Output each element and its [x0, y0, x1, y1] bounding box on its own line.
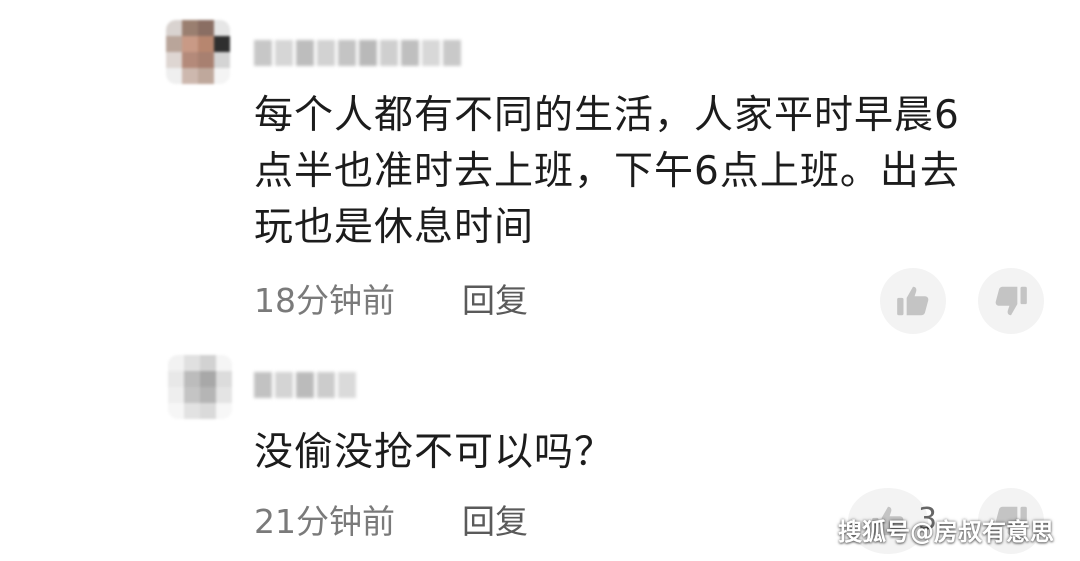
comment-timestamp: 18分钟前 — [254, 281, 395, 320]
watermark: 搜狐号@房叔有意思 — [838, 518, 1054, 546]
reply-button[interactable]: 回复 — [462, 502, 528, 542]
comment-text: 没偷没抢不可以吗？ — [254, 430, 615, 475]
reply-button[interactable]: 回复 — [462, 281, 528, 321]
thumbs-down-icon — [995, 286, 1027, 316]
comment-text: 每个人都有不同的生活，人家平时早晨6 点半也准时去上班，下午6点上班。出去 玩也… — [254, 93, 960, 250]
dislike-button[interactable] — [978, 268, 1044, 334]
avatar[interactable] — [166, 20, 230, 84]
thumbs-up-icon — [897, 286, 929, 316]
username[interactable] — [254, 372, 356, 398]
username[interactable] — [254, 40, 461, 66]
avatar[interactable] — [168, 355, 232, 419]
like-button[interactable] — [880, 268, 946, 334]
comment-timestamp: 21分钟前 — [254, 502, 395, 541]
